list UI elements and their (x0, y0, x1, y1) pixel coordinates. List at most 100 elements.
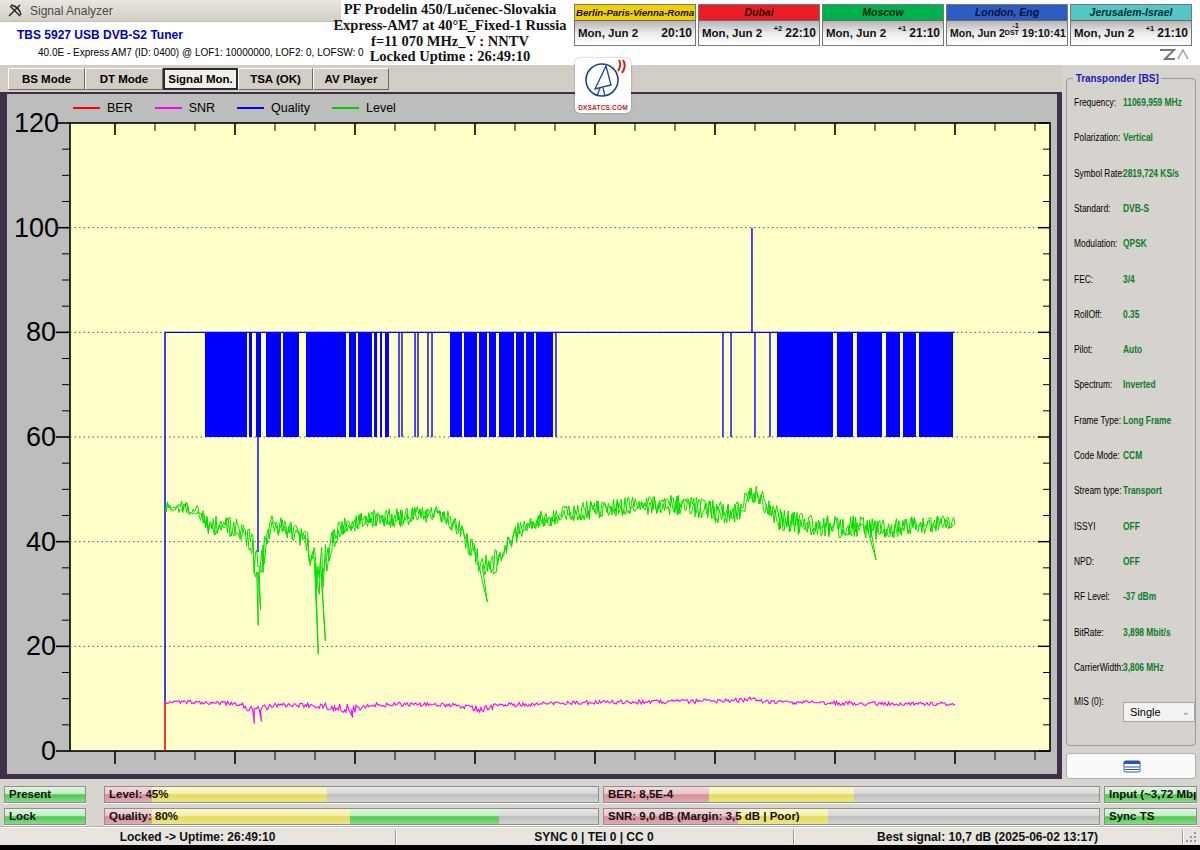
chevron-down-icon: ⌄ (1182, 703, 1190, 721)
clock-date: Mon, Jun 2 (950, 27, 1005, 39)
dxsatcs-logo-text: DXSATCS.COM (575, 104, 631, 111)
transponder-row-value: 0.35 (1123, 309, 1139, 320)
transponder-panel: Transponder [BS] MIS (0): Single ⌄ Frequ… (1062, 65, 1200, 850)
tab-av-player[interactable]: AV Player (313, 68, 389, 90)
transponder-row-value: -37 dBm (1123, 591, 1156, 602)
y-axis-label: 0 (14, 737, 56, 765)
clock-dubai: DubaiMon, Jun 2+222:10 (698, 4, 820, 46)
transponder-row-value: Vertical (1123, 132, 1153, 143)
transponder-row-value: Long Frame (1123, 415, 1171, 426)
y-axis-label: 20 (14, 632, 56, 660)
clock-city: Moscow (823, 5, 943, 21)
transponder-row-label: Polarization: (1074, 132, 1120, 143)
y-axis-label: 40 (14, 528, 56, 556)
clock-date: Mon, Jun 2 (702, 27, 762, 39)
clock-date: Mon, Jun 2 (578, 27, 638, 39)
transponder-row-label: RollOff: (1074, 309, 1102, 320)
site-header-line: f=11 070 MHz_V : NNTV (322, 34, 578, 50)
site-header-line: Locked Uptime : 26:49:10 (322, 49, 578, 65)
ts-record-button[interactable] (1066, 753, 1196, 779)
clock-date: Mon, Jun 2 (1074, 27, 1134, 39)
clock-city: Jerusalem-Israel (1071, 5, 1191, 21)
signal-analyzer-window: Signal Analyzer TBS 5927 USB DVB-S2 Tune… (0, 0, 1200, 850)
transponder-row-label: FEC: (1074, 274, 1093, 285)
status-best-signal: Best signal: 10,7 dB (2025-06-02 13:17) (793, 830, 1182, 844)
clock-time: 22:10 (785, 26, 816, 40)
transponder-row-label: Frequency: (1074, 97, 1116, 108)
status-sync: SYNC 0 | TEI 0 | CC 0 (395, 830, 793, 844)
clock-time: 21:10 (1157, 26, 1188, 40)
transponder-row-value: 3/4 (1123, 274, 1135, 285)
clock-city: London, Eng (947, 5, 1067, 21)
tab-bs-mode[interactable]: BS Mode (8, 68, 85, 90)
snr-progressbar: SNR: 9,0 dB (Margin: 3,5 dB | Poor) (603, 808, 1100, 825)
clock-city: Dubai (699, 5, 819, 21)
y-axis-label: 120 (14, 109, 56, 137)
site-header-line: PF Prodelin 450/Lučenec-Slovakia (322, 2, 578, 18)
dxsatcs-logo: DXSATCS.COM (575, 58, 631, 113)
y-axis-label: 100 (14, 214, 56, 242)
transponder-title: Transponder [BS] (1073, 72, 1161, 84)
transponder-row-label: Frame Type: (1074, 415, 1121, 426)
transponder-row-label: Spectrum: (1074, 379, 1112, 390)
transponder-row-value: CCM (1123, 450, 1142, 461)
mis-value: Single (1130, 706, 1161, 718)
transponder-row-label: Pilot: (1074, 344, 1093, 355)
clock-berlin-paris-vienna-roma: Berlin-Paris-Vienna-Roma Mon, Jun 2 20:10 (574, 4, 696, 46)
sync-ts-indicator: Sync TS (1104, 808, 1197, 825)
tab-tsa-ok-[interactable]: TSA (OK) (238, 68, 313, 90)
legend-item-snr: SNR (155, 101, 215, 115)
legend-item-level: Level (332, 101, 396, 115)
clock-city: Berlin-Paris-Vienna-Roma (575, 5, 695, 21)
lock-indicator: Lock (4, 808, 86, 825)
clock-utc-offset: -1DST (1005, 23, 1022, 36)
transponder-row-value: Transport (1123, 485, 1162, 496)
chart-plot (7, 94, 1057, 774)
mis-dropdown[interactable]: Single ⌄ (1123, 702, 1195, 722)
transponder-groupbox: Transponder [BS] MIS (0): Single ⌄ Frequ… (1066, 78, 1196, 746)
mis-label: MIS (0): (1074, 696, 1104, 707)
bar-zone-yellow (709, 787, 854, 802)
transponder-row-label: BitRate: (1074, 627, 1104, 638)
transponder-row-value: 11069,959 MHz (1123, 97, 1182, 108)
transponder-row-label: Modulation: (1074, 238, 1117, 249)
ber-progressbar: BER: 8,5E-4 (603, 786, 1100, 803)
chart-legend: BERSNRQualityLevel (73, 99, 418, 117)
clock-date: Mon, Jun 2 (826, 27, 886, 39)
site-header: PF Prodelin 450/Lučenec-SlovakiaExpress-… (322, 2, 578, 65)
legend-item-ber: BER (73, 101, 133, 115)
status-bar: Locked -> Uptime: 26:49:10 SYNC 0 | TEI … (0, 827, 1200, 846)
transponder-row-label: Stream type: (1074, 485, 1122, 496)
legend-label: BER (107, 101, 133, 115)
clock-time: 20:10 (661, 26, 692, 40)
tuner-details: 40.0E - Express AM7 (ID: 0400) @ LOF1: 1… (38, 47, 364, 58)
signal-chart: BERSNRQualityLevel 020406080100120 (7, 94, 1057, 774)
window-bottom-edge (0, 845, 1200, 850)
transponder-row-label: NPD: (1074, 556, 1094, 567)
tuner-name: TBS 5927 USB DVB-S2 Tuner (17, 28, 183, 42)
chart-window-frame: BERSNRQualityLevel 020406080100120 (0, 92, 1062, 779)
clock-london-eng: London, EngMon, Jun 2-1DST19:10:41 (946, 4, 1068, 46)
clock-utc-offset: +1 (886, 26, 909, 33)
status-area: Present Lock Level: 45% Quality: 80% BER… (0, 779, 1200, 850)
bar-zone-green (350, 809, 499, 824)
mini-logo (1158, 47, 1192, 62)
transponder-row-label: ISSYI (1074, 521, 1095, 532)
transponder-row-value: Inverted (1123, 379, 1156, 390)
clock-time: 21:10 (909, 26, 940, 40)
level-progressbar: Level: 45% (104, 786, 599, 803)
transponder-row-value: OFF (1123, 521, 1140, 532)
app-icon (7, 3, 23, 19)
input-indicator: Input (~3,72 Mbps) (1104, 786, 1197, 803)
resize-grip[interactable] (1186, 832, 1198, 844)
transponder-row-value: 3,806 MHz (1123, 662, 1164, 673)
transponder-row-value: 2819,724 KS/s (1123, 168, 1179, 179)
window-titlebar[interactable]: Signal Analyzer (0, 0, 341, 22)
tab-dt-mode[interactable]: DT Mode (85, 68, 163, 90)
tab-signal-mon-[interactable]: Signal Mon. (163, 68, 238, 90)
clock-jerusalem-israel: Jerusalem-IsraelMon, Jun 2+121:10 (1070, 4, 1192, 46)
tab-bar: BS ModeDT ModeSignal Mon.TSA (OK)AV Play… (0, 65, 1062, 92)
transponder-row-value: Auto (1123, 344, 1142, 355)
transponder-row-value: QPSK (1123, 238, 1147, 249)
transponder-row-label: Symbol Rate: (1074, 168, 1124, 179)
